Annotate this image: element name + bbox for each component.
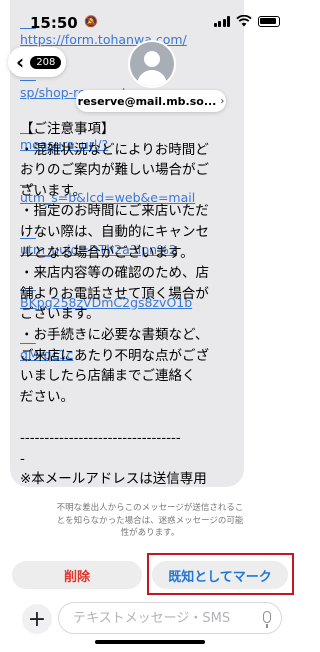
- plus-icon[interactable]: +: [22, 604, 52, 634]
- home-indicator: [95, 640, 205, 644]
- chevron-left-icon: ‹: [16, 50, 25, 74]
- microphone-icon[interactable]: [263, 611, 271, 628]
- status-icons: [213, 15, 280, 27]
- bell-slash-icon: 🔕: [84, 15, 98, 28]
- chevron-right-icon: ›: [220, 95, 225, 107]
- message-body: 【ご注意事項】 ・混雑状況などによりお時間ど おりのご案内が難しい場合がご ざい…: [20, 121, 209, 487]
- status-time: 15:50: [30, 14, 78, 32]
- contact-avatar[interactable]: [130, 42, 174, 86]
- delete-button[interactable]: 削除: [12, 561, 142, 589]
- compose-bar: +: [0, 600, 300, 640]
- spam-notice: 不明な差出人からこのメッセージが送信されるこ とを知らなかった場合は、迷惑メッセ…: [56, 503, 244, 538]
- person-icon-body: [137, 70, 167, 86]
- mark-as-known-button[interactable]: 既知としてマーク: [152, 561, 288, 589]
- message-input-container[interactable]: [58, 602, 282, 634]
- message-input[interactable]: [71, 609, 255, 627]
- back-button[interactable]: ‹ 208: [8, 47, 66, 77]
- contact-name: reserve@mail.mb.so...: [77, 94, 217, 108]
- person-icon: [144, 51, 160, 67]
- unread-badge: 208: [30, 55, 62, 69]
- battery-icon: [258, 15, 280, 27]
- wifi-icon: [236, 15, 252, 27]
- cellular-signal-icon: [213, 15, 230, 27]
- contact-header[interactable]: reserve@mail.mb.so... ›: [76, 90, 226, 112]
- status-bar: 15:50 🔕: [0, 0, 300, 44]
